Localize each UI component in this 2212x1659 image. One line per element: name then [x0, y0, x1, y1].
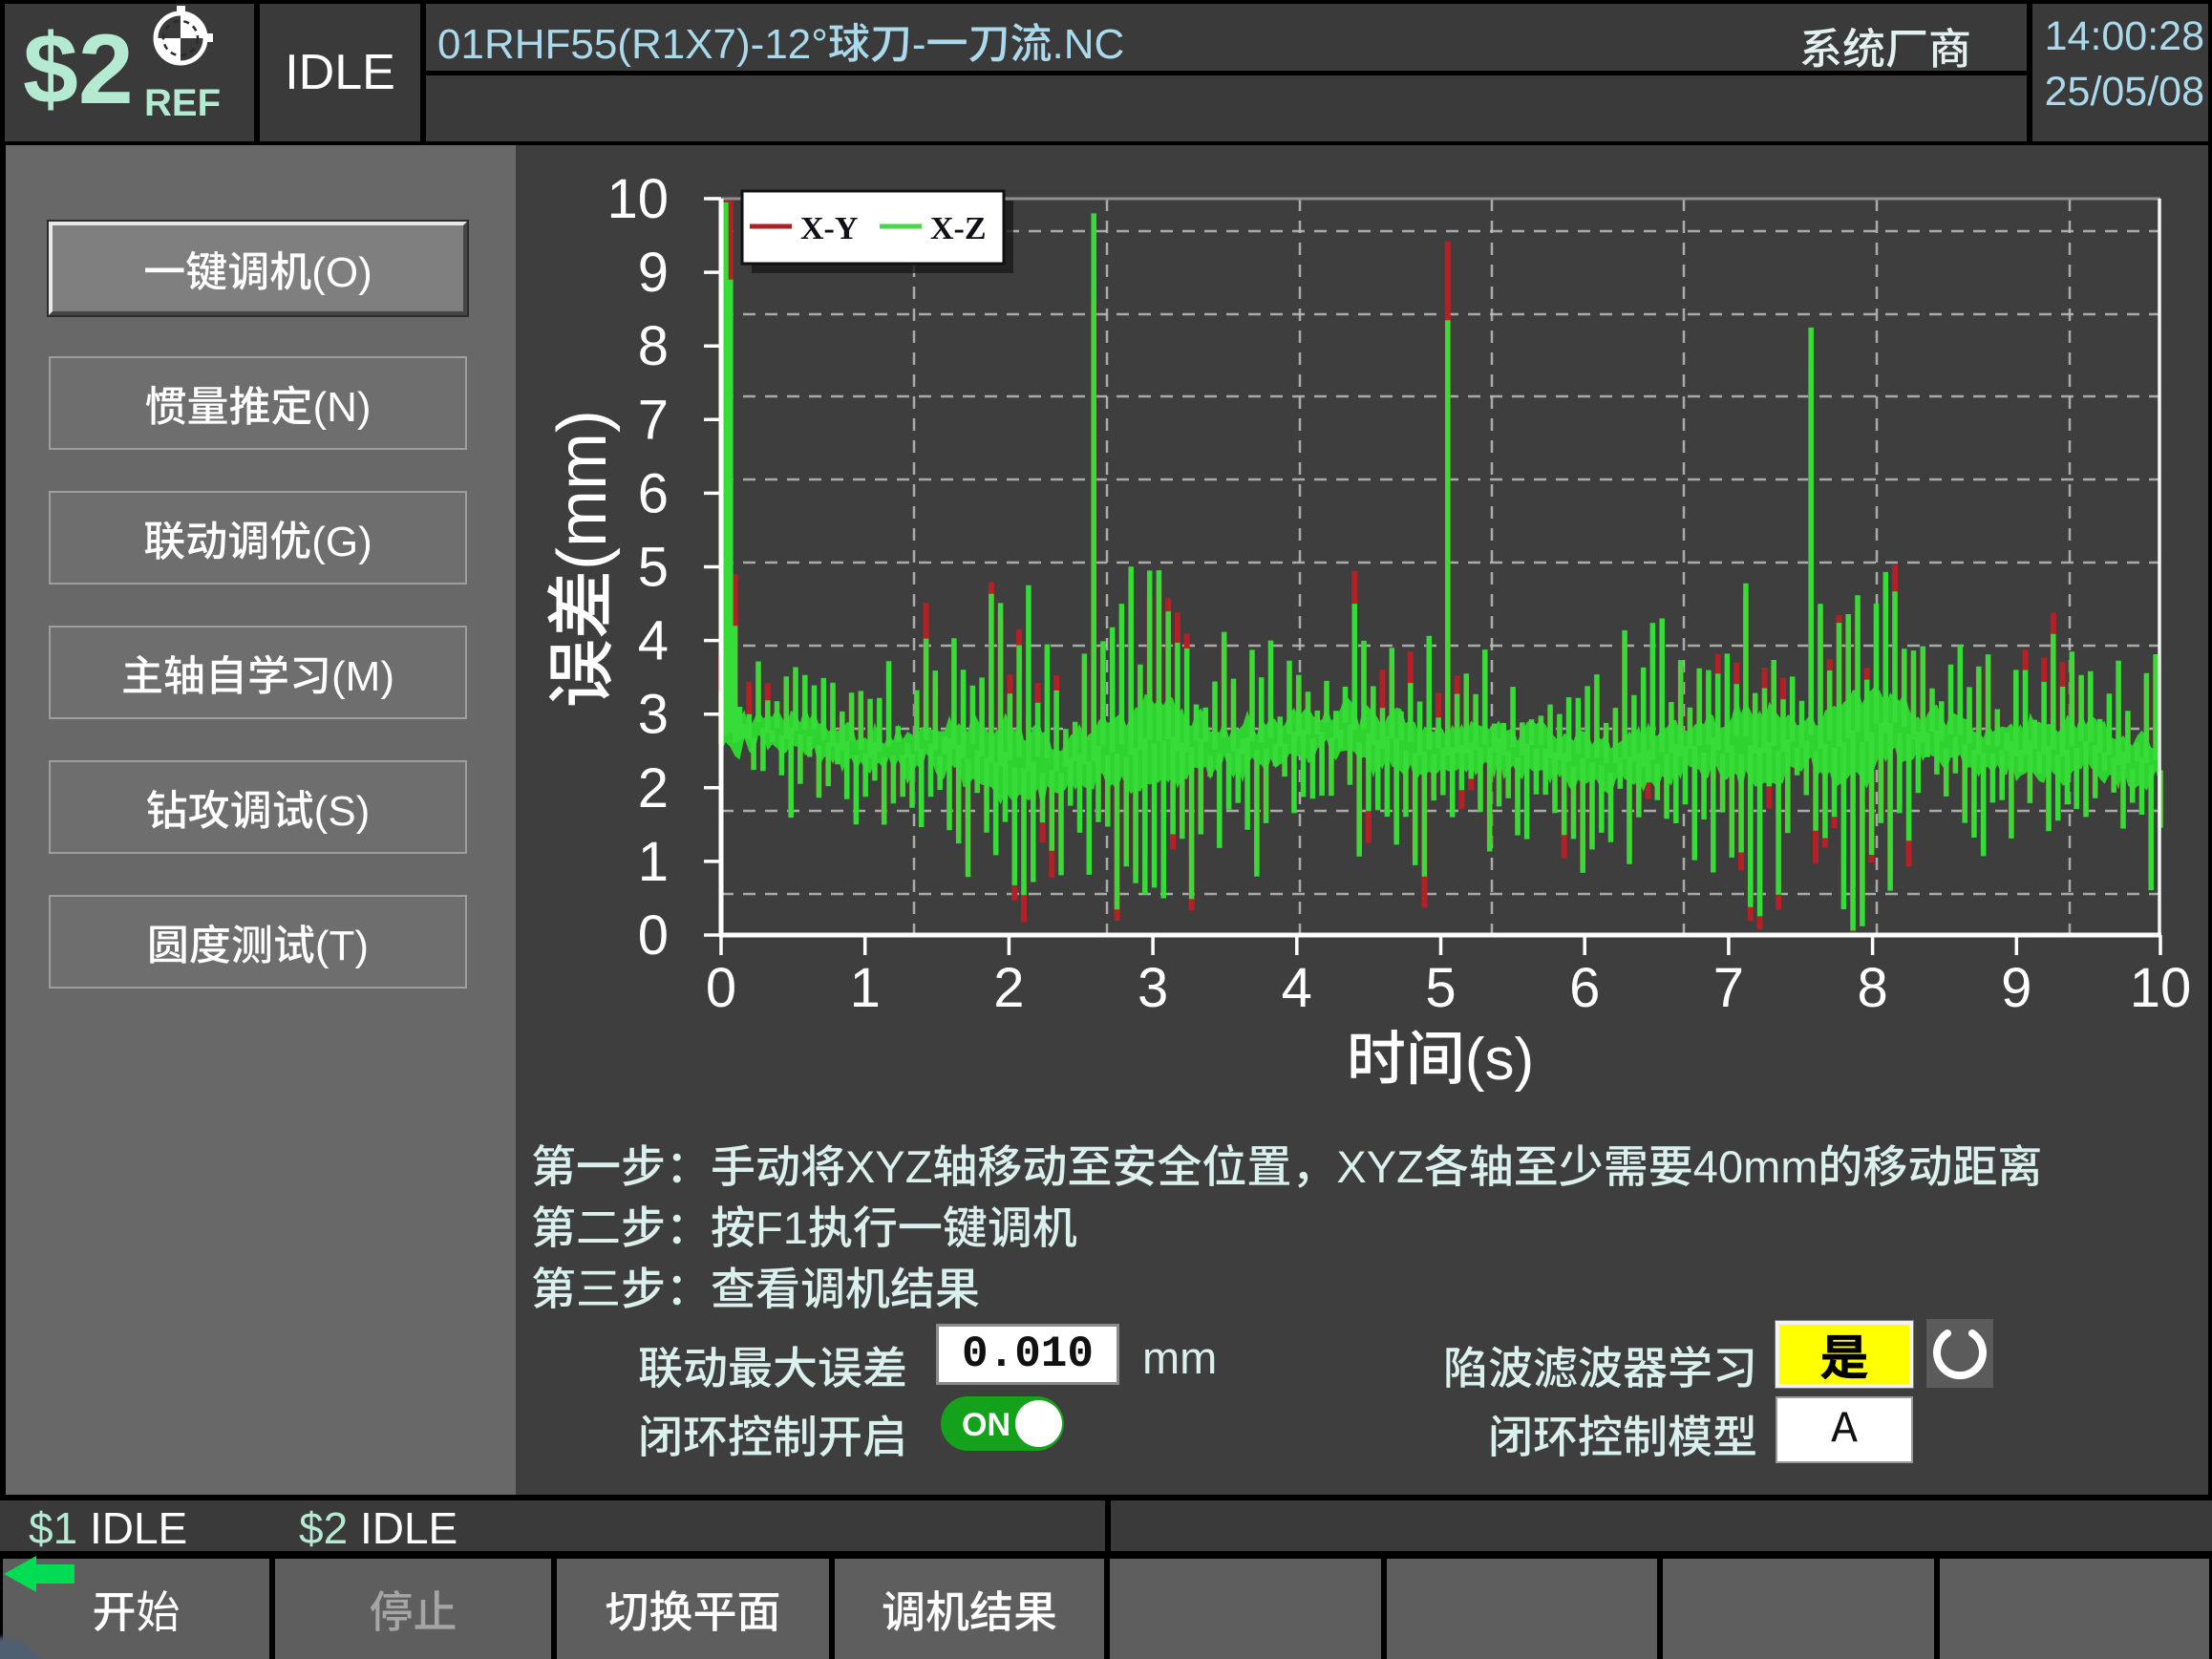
svg-text:7: 7 — [1713, 957, 1744, 1019]
svg-text:5: 5 — [638, 537, 669, 599]
svg-text:4: 4 — [638, 610, 669, 672]
svg-text:0: 0 — [638, 904, 669, 967]
svg-text:9: 9 — [2001, 957, 2031, 1019]
svg-text:2: 2 — [993, 957, 1024, 1019]
svg-text:3: 3 — [638, 684, 669, 746]
svg-text:2: 2 — [638, 757, 669, 819]
svg-text:误差(mm): 误差(mm) — [544, 410, 621, 708]
svg-text:7: 7 — [638, 389, 669, 451]
svg-text:3: 3 — [1138, 957, 1168, 1019]
svg-text:9: 9 — [638, 242, 669, 304]
svg-text:6: 6 — [1569, 957, 1600, 1019]
svg-text:4: 4 — [1282, 957, 1312, 1019]
svg-text:8: 8 — [638, 315, 669, 377]
svg-text:1: 1 — [850, 957, 881, 1019]
svg-text:X-Y: X-Y — [800, 211, 858, 246]
svg-text:10: 10 — [2130, 957, 2192, 1019]
svg-text:X-Z: X-Z — [930, 211, 987, 246]
svg-text:10: 10 — [606, 168, 669, 230]
svg-text:8: 8 — [1857, 957, 1887, 1019]
svg-text:时间(s): 时间(s) — [1347, 1027, 1534, 1093]
svg-text:6: 6 — [638, 462, 669, 524]
svg-text:5: 5 — [1425, 957, 1456, 1019]
svg-text:0: 0 — [706, 957, 736, 1019]
svg-text:1: 1 — [638, 831, 669, 893]
